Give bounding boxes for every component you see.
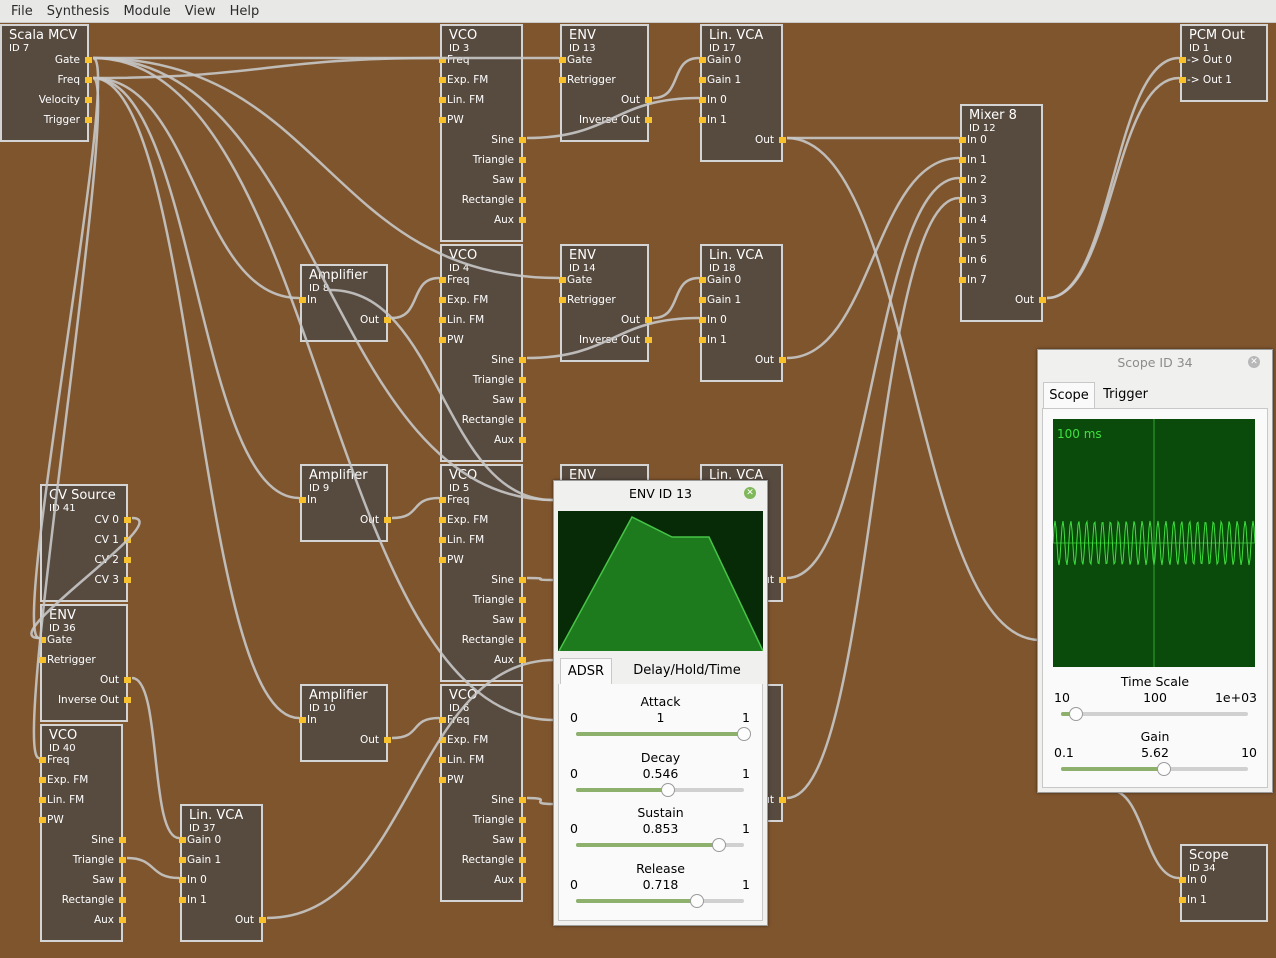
patch-cable[interactable]: [1046, 76, 1180, 300]
slider-max: 1e+03: [1214, 690, 1257, 705]
slider-time-scale: Time Scale 10 100 1e+03: [1043, 674, 1267, 726]
patch-cable[interactable]: [786, 196, 960, 800]
slider-max: 1: [742, 710, 750, 725]
slider-attack: Attack 0 1 1: [559, 694, 762, 746]
slider-max: 1: [742, 765, 750, 781]
patch-cable[interactable]: [126, 856, 180, 880]
slider-sustain: Sustain 0 0.853 1: [559, 805, 762, 857]
slider-track[interactable]: [1061, 707, 1248, 721]
slider-fill: [576, 787, 668, 792]
slider-track[interactable]: [1061, 762, 1248, 776]
slider-fill: [1061, 767, 1164, 771]
slider-handle[interactable]: [737, 727, 751, 741]
dialog-title: ENV ID 13: [629, 486, 692, 501]
slider-value: 0.853: [642, 821, 679, 836]
env-tab-bar: ADSR Delay/Hold/Time Scale: [558, 657, 763, 704]
slider-fill: [576, 732, 744, 736]
patch-cable[interactable]: [526, 576, 555, 582]
scope-dialog: Scope ID 34 ✕ Scope Trigger 100 ms Time …: [1037, 349, 1273, 793]
patch-cable[interactable]: [329, 288, 554, 502]
slider-handle[interactable]: [1156, 762, 1171, 776]
slider-label: Gain: [1140, 729, 1170, 744]
patch-cable[interactable]: [391, 276, 440, 320]
patch-cable[interactable]: [786, 176, 960, 580]
slider-max: 10: [1241, 745, 1257, 760]
patch-cable[interactable]: [1046, 56, 1180, 300]
slider-gain: Gain 0.1 5.62 10: [1043, 729, 1267, 781]
close-icon[interactable]: ✕: [744, 487, 756, 499]
slider-release: Release 0 0.718 1: [559, 861, 762, 913]
slider-value: 5.62: [1141, 745, 1169, 760]
patch-cable[interactable]: [266, 658, 556, 920]
slider-fill: [576, 843, 720, 847]
slider-track[interactable]: [576, 838, 744, 852]
slider-label: Attack: [640, 694, 681, 709]
tab-trigger[interactable]: Trigger: [1098, 382, 1153, 408]
slider-track[interactable]: [576, 782, 744, 797]
patch-cable[interactable]: [92, 76, 300, 500]
patch-cable[interactable]: [32, 56, 100, 640]
patch-cable[interactable]: [652, 56, 700, 100]
slider-max: 1: [742, 876, 750, 892]
slider-value: 1: [656, 710, 665, 725]
slider-max: 1: [742, 821, 750, 836]
tab-delay-hold-time-scale[interactable]: Delay/Hold/Time Scale: [615, 658, 759, 704]
patch-cable[interactable]: [131, 676, 180, 840]
patch-cable[interactable]: [391, 496, 440, 520]
adsr-panel: Attack 0 1 1 Decay 0 0.546 1 Sustain 0 0.853 1 Relea…: [558, 684, 763, 921]
slider-handle[interactable]: [1068, 707, 1083, 721]
scope-panel: 100 ms Time Scale 10 100 1e+03 Gain 0.1 5.62 10: [1042, 408, 1268, 788]
patch-cable[interactable]: [526, 796, 555, 806]
slider-decay: Decay 0 0.546 1: [559, 750, 762, 802]
patch-cable[interactable]: [786, 156, 960, 360]
slider-track[interactable]: [576, 727, 751, 741]
scope-screen: 100 ms: [1053, 419, 1255, 667]
patch-cable[interactable]: [92, 56, 555, 722]
slider-value: 0.546: [642, 765, 679, 781]
slider-value: 0.718: [642, 876, 679, 892]
slider-track[interactable]: [576, 893, 744, 908]
env-dialog: ENV ID 13 ✕ ADSR Delay/Hold/Time Scale A…: [553, 480, 768, 926]
slider-label: Sustain: [637, 805, 684, 820]
patch-cable[interactable]: [526, 96, 700, 140]
envelope-graph: [558, 511, 763, 651]
tab-scope[interactable]: Scope: [1043, 382, 1095, 409]
slider-label: Release: [636, 860, 685, 876]
patch-cable[interactable]: [1109, 788, 1180, 880]
patch-cable[interactable]: [92, 76, 300, 720]
patch-cable[interactable]: [652, 276, 700, 320]
patch-cable[interactable]: [526, 316, 700, 360]
patch-cable[interactable]: [391, 716, 440, 740]
slider-handle[interactable]: [689, 893, 704, 908]
slider-handle[interactable]: [712, 838, 727, 852]
slider-handle[interactable]: [660, 782, 675, 797]
scope-dialog-title: Scope ID 34: [1117, 355, 1193, 370]
slider-label: Decay: [640, 749, 681, 765]
scope-time-label: 100 ms: [1057, 427, 1102, 441]
close-icon[interactable]: ✕: [1248, 356, 1260, 368]
slider-label: Time Scale: [1120, 674, 1190, 689]
slider-fill: [576, 898, 697, 903]
tab-adsr[interactable]: ADSR: [560, 658, 612, 685]
patch-cable[interactable]: [786, 136, 1041, 642]
